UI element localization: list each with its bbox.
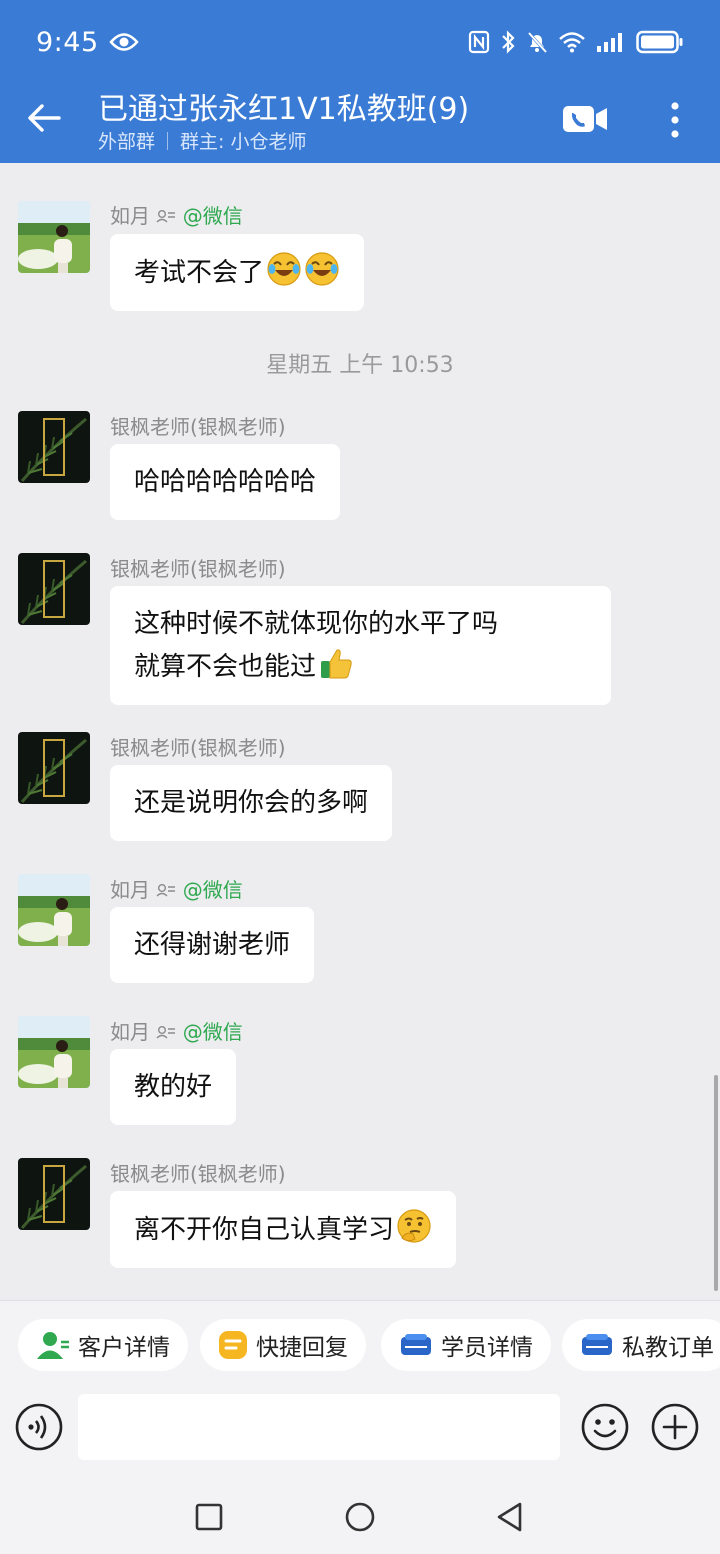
avatar[interactable] (18, 1016, 90, 1088)
voice-input-icon[interactable] (14, 1402, 64, 1452)
message-text: 考试不会了 (134, 258, 265, 288)
avatar[interactable] (18, 874, 90, 946)
mute-icon (526, 30, 548, 54)
avatar[interactable] (18, 553, 90, 625)
message-bubble[interactable]: 哈哈哈哈哈哈哈 (110, 444, 341, 520)
recent-apps-icon[interactable] (192, 1500, 226, 1534)
message-bubble[interactable]: 教的好 (110, 1049, 237, 1125)
add-attachment-icon[interactable] (650, 1402, 700, 1452)
status-bar: 9:45 (36, 22, 684, 62)
quick-action-private-orders[interactable]: 私教订单 (562, 1319, 720, 1371)
message-bubble[interactable]: 还是说明你会的多啊 (110, 765, 393, 841)
message-text: 这种时候不就体现你的水平了吗 (134, 609, 499, 639)
message-bubble[interactable]: 这种时候不就体现你的水平了吗 就算不会也能过 (110, 586, 611, 705)
avatar[interactable] (18, 201, 90, 273)
group-type-label: 外部群 (98, 131, 156, 153)
chat-header: 9:45 已通过张永红1V1私教班(9) 外部群 群主: 小仓老师 (0, 0, 720, 163)
external-contact-icon (156, 210, 176, 223)
order-icon (582, 1334, 612, 1355)
message-text: 就算不会也能过 (134, 652, 317, 682)
external-contact-icon (156, 884, 176, 897)
message-input[interactable] (78, 1394, 560, 1460)
message-bubble[interactable]: 还得谢谢老师 (110, 907, 315, 983)
avatar[interactable] (18, 732, 90, 804)
group-owner-label: 群主: 小仓老师 (180, 131, 307, 153)
sender-name: 银枫老师(银枫老师) (110, 557, 286, 581)
group-subtitle: 外部群 群主: 小仓老师 (98, 127, 306, 154)
back-arrow-icon[interactable] (26, 100, 62, 136)
video-call-icon[interactable] (562, 104, 608, 134)
chip-label: 学员详情 (441, 1335, 533, 1361)
sender-suffix: @微信 (182, 204, 243, 228)
status-time: 9:45 (36, 26, 99, 58)
chip-label: 私教订单 (622, 1335, 714, 1361)
sender-name: 如月 @微信 (110, 200, 243, 229)
sender-name: 银枫老师(银枫老师) (110, 415, 286, 439)
avatar[interactable] (18, 1158, 90, 1230)
back-icon[interactable] (493, 1500, 527, 1534)
group-title: 已通过张永红1V1私教班(9) (98, 92, 470, 127)
avatar[interactable] (18, 411, 90, 483)
wifi-icon (559, 32, 585, 53)
sender-suffix: @微信 (182, 878, 243, 902)
sender-suffix: @微信 (182, 1020, 243, 1044)
chat-message-list[interactable]: 如月 @微信 考试不会了 星期五 上午 10:53 银枫老师(银枫老师) 哈哈哈… (0, 163, 720, 1300)
thinking-emoji-icon (396, 1208, 432, 1244)
emoji-picker-icon[interactable] (580, 1402, 630, 1452)
message-timestamp: 星期五 上午 10:53 (266, 353, 454, 378)
student-icon (401, 1334, 431, 1355)
external-contact-icon (156, 1026, 176, 1039)
message-text: 离不开你自己认真学习 (134, 1215, 395, 1245)
sender-name-text: 如月 (110, 204, 150, 228)
quick-actions-bar: 客户详情 快捷回复 学员详情 私教订单 (0, 1300, 720, 1388)
laughing-tears-emoji-icon (304, 251, 340, 287)
bluetooth-icon (502, 30, 515, 54)
chip-label: 客户详情 (78, 1335, 170, 1361)
sender-name-text: 如月 (110, 1020, 150, 1044)
nfc-icon (468, 30, 490, 54)
message-bubble[interactable]: 考试不会了 (110, 234, 365, 311)
battery-icon (636, 30, 683, 54)
person-icon (37, 1332, 69, 1359)
thumbs-up-emoji-icon (318, 645, 354, 681)
message-input-bar (0, 1388, 720, 1478)
sender-name: 银枫老师(银枫老师) (110, 1162, 286, 1186)
system-navigation-bar (0, 1478, 720, 1554)
message-text-line2: 就算不会也能过 (134, 645, 587, 688)
divider (167, 131, 169, 150)
sender-name-text: 如月 (110, 878, 150, 902)
sender-name: 如月 @微信 (110, 1016, 243, 1045)
chip-label: 快捷回复 (256, 1335, 348, 1361)
scrollbar-thumb[interactable] (714, 1075, 718, 1291)
quick-action-student-details[interactable]: 学员详情 (381, 1319, 551, 1371)
signal-icon (597, 33, 622, 52)
message-text: 教的好 (134, 1072, 213, 1102)
message-text: 还得谢谢老师 (134, 930, 291, 960)
quick-action-customer-details[interactable]: 客户详情 (18, 1319, 188, 1371)
message-bubble[interactable]: 离不开你自己认真学习 (110, 1191, 457, 1268)
sender-name: 银枫老师(银枫老师) (110, 736, 286, 760)
quick-action-quick-reply[interactable]: 快捷回复 (200, 1319, 366, 1371)
more-options-icon[interactable] (668, 100, 682, 140)
eye-icon (108, 33, 139, 51)
sender-name: 如月 @微信 (110, 874, 243, 903)
message-text: 哈哈哈哈哈哈哈 (134, 467, 317, 497)
laughing-tears-emoji-icon (266, 251, 302, 287)
quick-reply-icon (219, 1331, 247, 1359)
message-text: 还是说明你会的多啊 (134, 788, 369, 818)
home-icon[interactable] (343, 1500, 377, 1534)
